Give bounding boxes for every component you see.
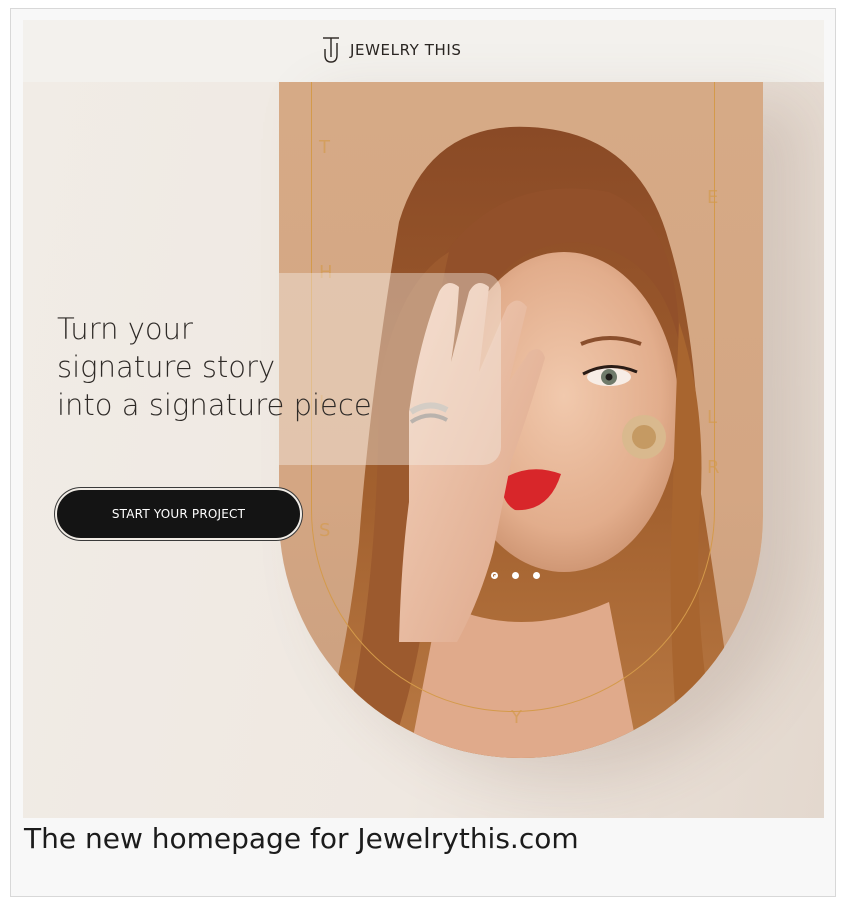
arch-letter: Y	[511, 707, 522, 728]
carousel-dot-1[interactable]	[491, 572, 498, 579]
arch-letter: T	[319, 137, 330, 158]
hero-headline: Turn your signature story into a signatu…	[57, 310, 437, 424]
header-edge-mark	[55, 30, 57, 54]
figure-caption: The new homepage for Jewelrythis.com	[24, 822, 579, 855]
arch-letter: R	[707, 457, 720, 478]
arch-letter: L	[707, 407, 718, 428]
carousel-pagination	[491, 572, 540, 579]
carousel-dot-3[interactable]	[533, 572, 540, 579]
start-your-project-button[interactable]: START YOUR PROJECT	[57, 490, 300, 538]
headline-line: signature story	[57, 350, 276, 384]
homepage-screenshot: JEWELRY THIS T H I S E L R Y Turn your s…	[23, 20, 824, 818]
jt-monogram-icon	[323, 37, 339, 63]
arch-letter: S	[319, 520, 331, 541]
headline-line: Turn your	[57, 312, 193, 346]
headline-line: into a signature piece	[57, 388, 372, 422]
carousel-dot-2[interactable]	[512, 572, 519, 579]
brand-name: JEWELRY THIS	[350, 41, 462, 59]
brand-logo[interactable]: JEWELRY THIS	[320, 30, 462, 70]
arch-letter: E	[707, 187, 719, 208]
site-header: JEWELRY THIS	[23, 20, 824, 82]
